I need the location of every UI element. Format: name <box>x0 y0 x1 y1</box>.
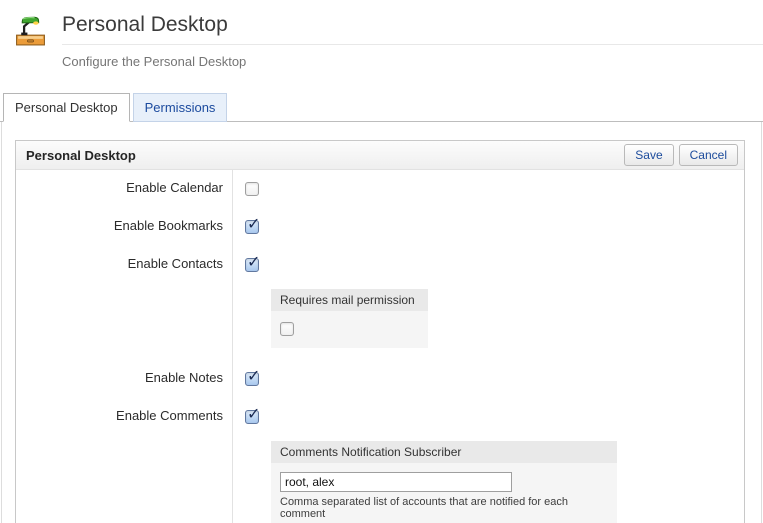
enable-contacts-checkbox[interactable] <box>245 258 259 272</box>
field-label: Enable Bookmarks <box>16 208 232 246</box>
enable-bookmarks-checkbox[interactable] <box>245 220 259 234</box>
form-row-notes: Enable Notes <box>16 360 744 398</box>
field-label: Enable Contacts <box>16 246 232 360</box>
page-header: Personal Desktop Configure the Personal … <box>0 0 763 69</box>
page-subtitle: Configure the Personal Desktop <box>62 45 763 69</box>
form-row-calendar: Enable Calendar <box>16 170 744 208</box>
comments-subscriber-input[interactable] <box>280 472 512 492</box>
requires-mail-permission-box: Requires mail permission <box>271 289 428 348</box>
settings-panel: Personal Desktop Save Cancel Enable Cale… <box>15 140 745 523</box>
subbox-title: Requires mail permission <box>271 289 428 311</box>
save-button[interactable]: Save <box>624 144 673 166</box>
tab-permissions[interactable]: Permissions <box>133 93 228 122</box>
form-row-comments: Enable Comments Comments Notification Su… <box>16 398 744 523</box>
panel-header: Personal Desktop Save Cancel <box>16 141 744 170</box>
enable-notes-checkbox[interactable] <box>245 372 259 386</box>
page-title: Personal Desktop <box>62 12 763 45</box>
tab-bar: Personal Desktop Permissions <box>0 93 763 122</box>
panel-title: Personal Desktop <box>26 148 136 163</box>
requires-mail-permission-checkbox[interactable] <box>280 322 294 336</box>
field-label: Enable Comments <box>16 398 232 523</box>
tab-personal-desktop[interactable]: Personal Desktop <box>3 93 130 122</box>
desk-lamp-icon <box>14 14 47 47</box>
cancel-button[interactable]: Cancel <box>679 144 738 166</box>
field-label: Enable Notes <box>16 360 232 398</box>
tab-content: Personal Desktop Save Cancel Enable Cale… <box>1 122 762 523</box>
enable-comments-checkbox[interactable] <box>245 410 259 424</box>
field-label: Enable Calendar <box>16 170 232 208</box>
enable-calendar-checkbox[interactable] <box>245 182 259 196</box>
comments-subscriber-help: Comma separated list of accounts that ar… <box>280 496 608 520</box>
form-row-bookmarks: Enable Bookmarks <box>16 208 744 246</box>
comments-notification-subscriber-box: Comments Notification Subscriber Comma s… <box>271 441 617 523</box>
subbox-title: Comments Notification Subscriber <box>271 441 617 463</box>
form-row-contacts: Enable Contacts Requires mail permission <box>16 246 744 360</box>
